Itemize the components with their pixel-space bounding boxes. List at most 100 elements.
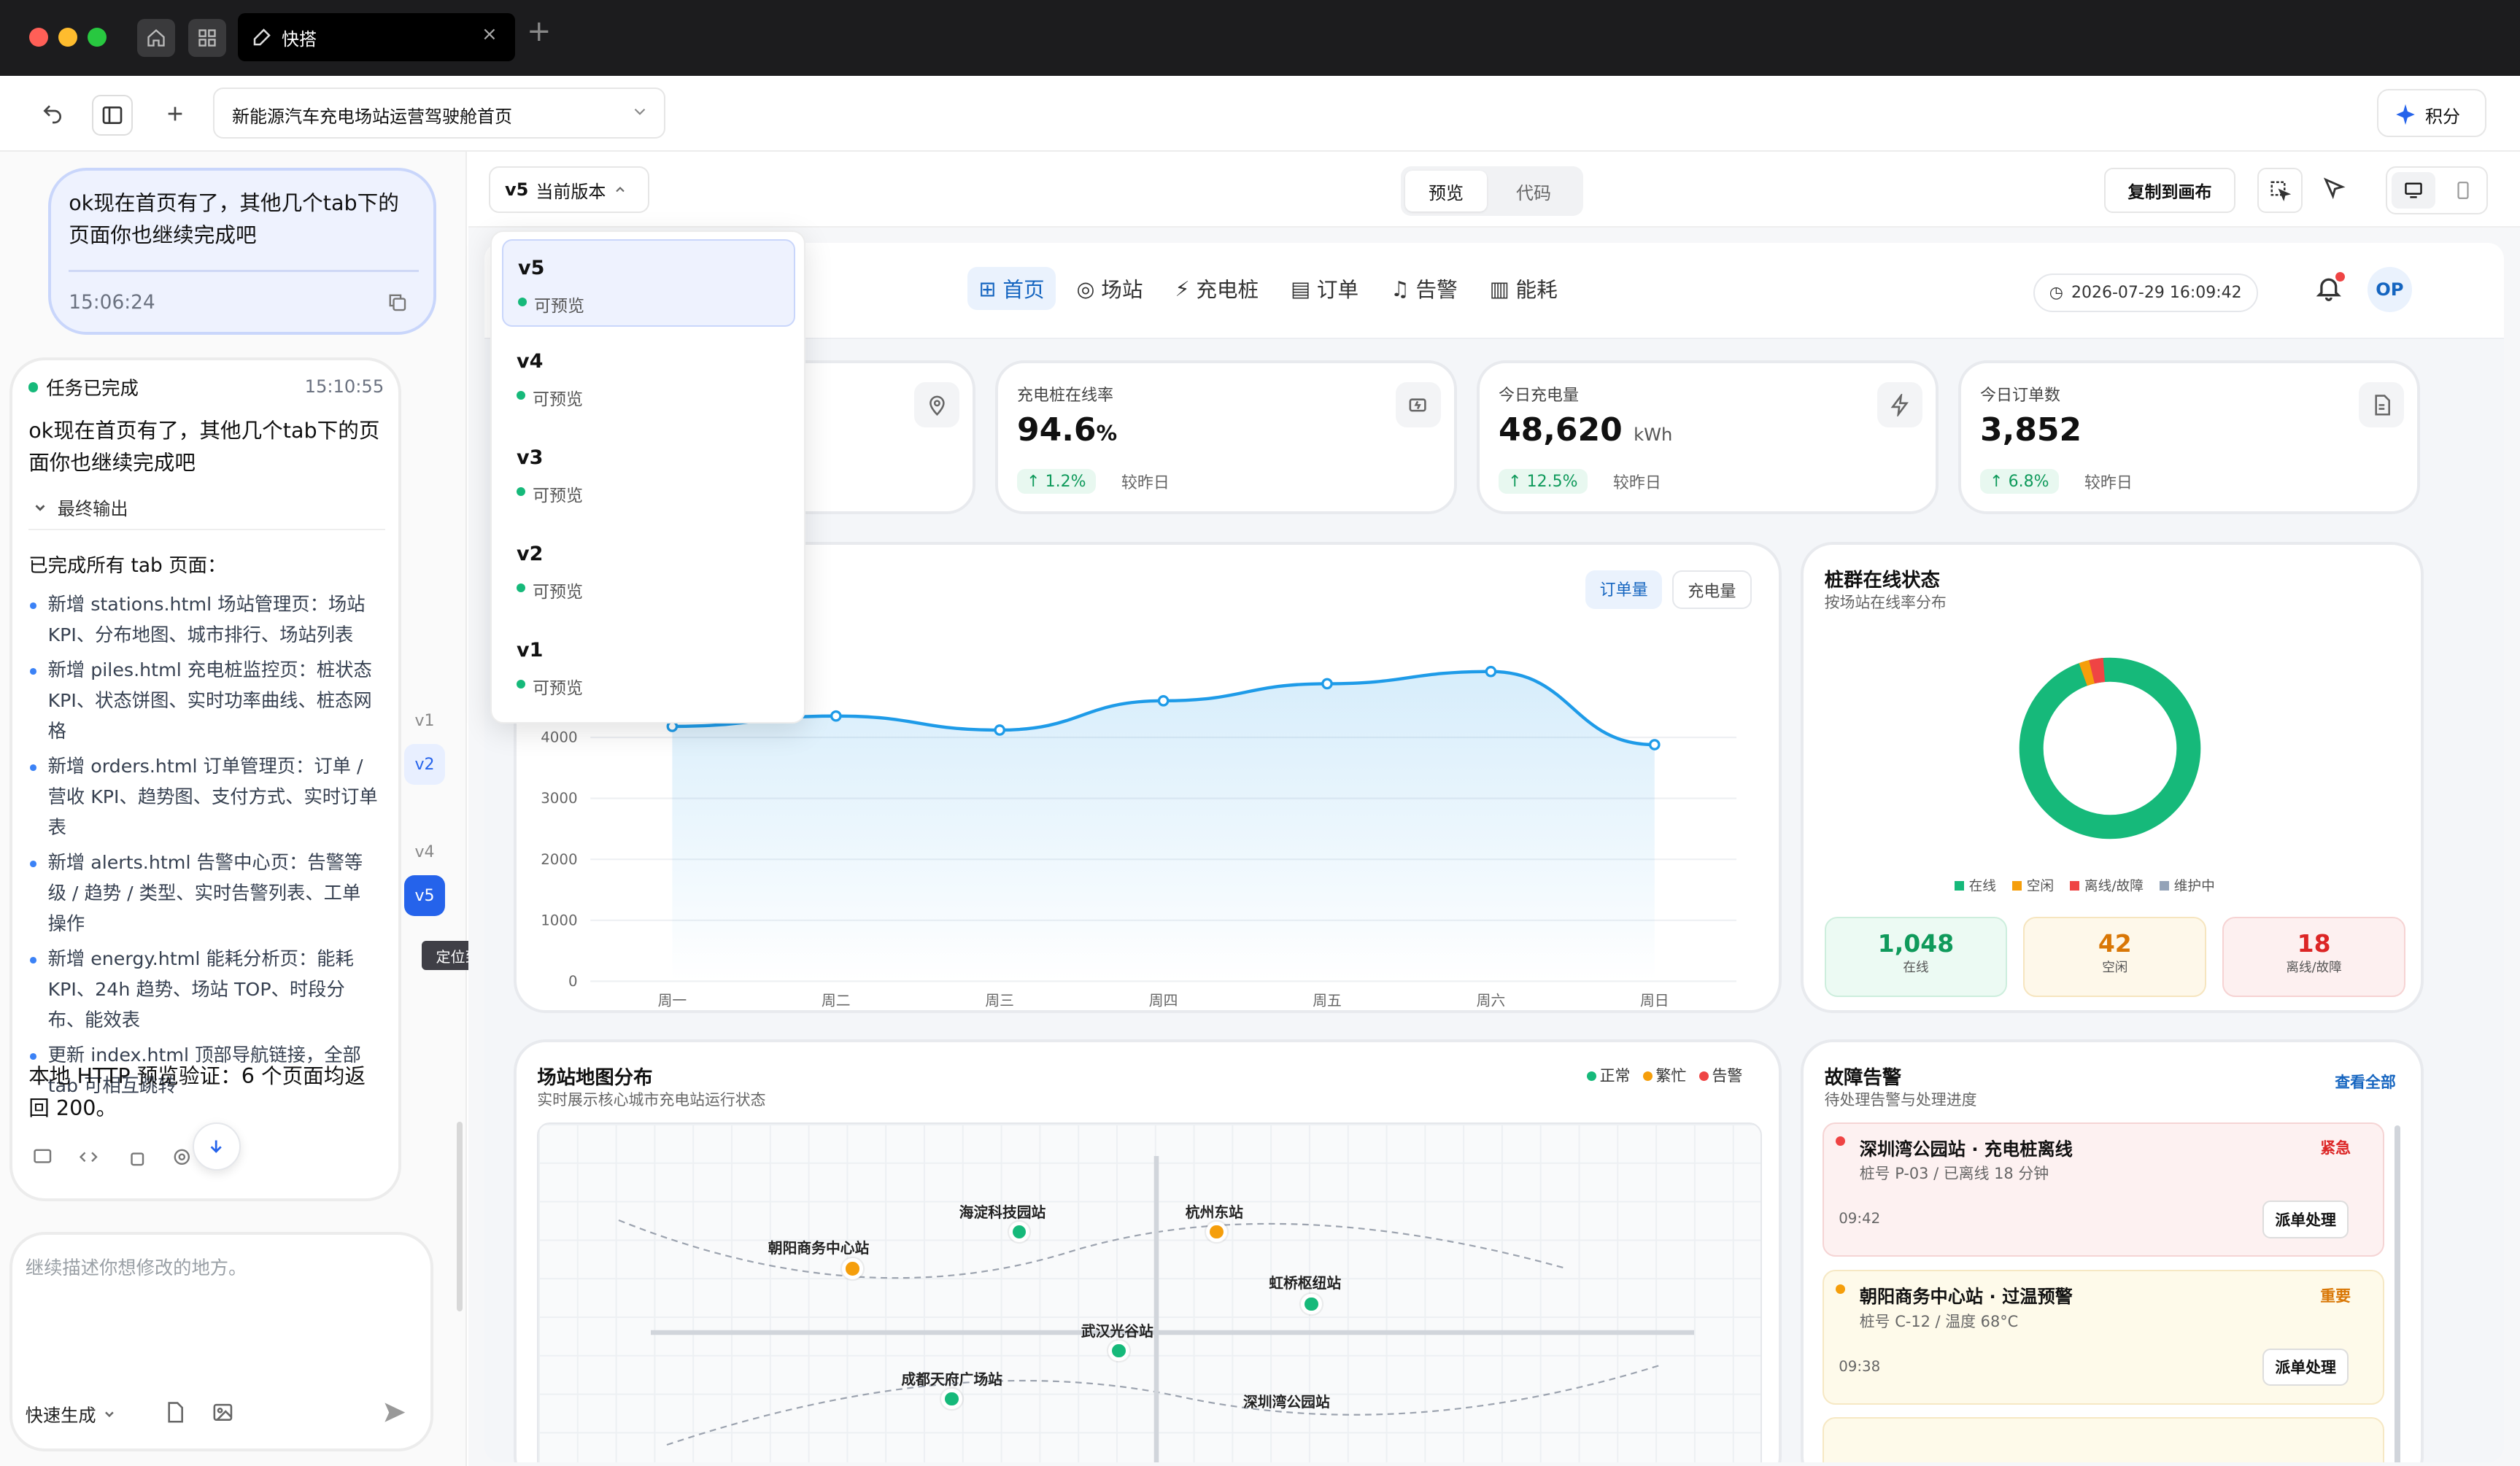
station-label: 虹桥枢纽站 [1269,1274,1342,1292]
list-item: 新增 stations.html 场站管理页：场站 KPI、分布地图、城市排行、… [28,589,379,651]
version-option-v4[interactable]: v4 可预览 [502,334,795,422]
nav-orders[interactable]: ▤ 订单 [1280,267,1370,310]
data-point[interactable] [1485,665,1496,678]
alert-title: 朝阳商务中心站 · 过温预警 [1859,1287,2073,1308]
datetime-text: 2026-07-29 16:09:42 [2071,284,2242,303]
data-point[interactable] [1648,738,1661,751]
station-marker[interactable] [1206,1221,1227,1243]
y-tick-label: 2000 [541,850,577,867]
station-marker[interactable] [841,1258,863,1279]
data-point[interactable] [1157,694,1170,707]
kpi-label: 充电桩在线率 [1016,387,1113,406]
attach-file-icon[interactable] [163,1401,186,1424]
chevron-down-icon [105,1411,115,1418]
points-label: 积分 [2425,106,2460,127]
close-tab-icon[interactable]: × [482,23,498,45]
station-marker[interactable] [941,1388,962,1410]
tab-preview[interactable]: 预览 [1405,171,1487,212]
kpi-label: 今日充电量 [1498,387,1579,406]
add-icon[interactable] [159,98,191,130]
scroll-down-button[interactable] [192,1122,241,1171]
browser-tab-active[interactable]: 快搭 × [238,13,515,61]
desktop-icon[interactable] [2392,172,2435,209]
home-icon[interactable] [137,19,175,57]
nav-home[interactable]: ⊞ 首页 [967,267,1056,310]
alert-item[interactable]: 深圳湾公园站 · 充电桩离线 紧急 桩号 P-03 / 已离线 18 分钟 09… [1823,1122,2385,1257]
version-option-v3[interactable]: v3 可预览 [502,430,795,518]
mobile-icon[interactable] [2441,172,2485,209]
version-rail-v1[interactable]: v1 [404,700,445,741]
chat-input-box[interactable]: 继续描述你想修改的地方。 快速生成 [9,1231,433,1451]
datetime-pill: ◷ 2026-07-29 16:09:42 [2033,274,2258,312]
copy-to-canvas-button[interactable]: 复制到画布 [2104,168,2235,213]
task-prompt: ok现在首页有了，其他几个tab下的页面你也继续完成吧 [28,418,380,476]
y-tick-label: 3000 [541,790,577,807]
project-selector[interactable]: 新能源汽车充电场站运营驾驶舱首页 [213,88,665,139]
station-label: 深圳湾公园站 [1242,1393,1330,1411]
version-selector[interactable]: v5 当前版本 [489,166,649,213]
apps-grid-icon[interactable] [188,19,226,57]
data-point[interactable] [830,710,842,722]
preview-icon[interactable] [32,1147,53,1168]
settings-icon[interactable] [171,1147,193,1168]
version-rail-v2[interactable]: v2 [404,744,445,785]
station-marker[interactable] [1108,1340,1129,1362]
chat-scrollbar[interactable] [457,1122,463,1311]
sidebar-toggle-icon[interactable] [92,95,133,136]
points-button[interactable]: 积分 [2377,89,2486,137]
nav-energy-label: 能耗 [1515,277,1558,303]
minimize-window-button[interactable] [58,28,77,47]
alert-item[interactable]: 朝阳商务中心站 · 过温预警 重要 桩号 C-12 / 温度 68°C 09:3… [1823,1269,2385,1405]
y-tick-label: 4000 [541,729,577,745]
stat-online: 1,048 在线 [1824,916,2008,997]
avatar[interactable]: OP [2367,267,2413,312]
version-rail-v5[interactable]: v5 [404,875,445,916]
tab-code[interactable]: 代码 [1493,171,1574,212]
dispatch-button[interactable]: 派单处理 [2262,1201,2349,1238]
nav-piles[interactable]: ⚡ 充电桩 [1164,267,1269,310]
view-all-link[interactable]: 查看全部 [2335,1071,2396,1093]
close-window-button[interactable] [29,28,48,47]
copy-icon[interactable] [125,1147,146,1168]
version-dropdown: v5 可预览 v4 可预览 v3 可预览 v2 可预览 v1 可预览 [490,230,805,724]
new-tab-icon[interactable]: + [527,15,552,48]
maximize-window-button[interactable] [88,28,107,47]
panel-title: 场站地图分布 [537,1066,653,1089]
location-icon [914,382,959,427]
version-option-v1[interactable]: v1 可预览 [502,623,795,710]
version-option-v2[interactable]: v2 可预览 [502,527,795,614]
alert-time: 09:38 [1839,1357,1881,1375]
kpi-delta: ↑ 1.2% 较昨日 [1016,469,1170,494]
alert-dot [1835,1136,1845,1147]
x-tick-label: 周四 [1148,992,1178,1009]
mode-selector[interactable]: 快速生成 [26,1401,117,1427]
code-icon[interactable] [78,1147,99,1168]
data-point[interactable] [993,724,1005,736]
select-element-icon[interactable] [2257,168,2303,213]
dispatch-button[interactable]: 派单处理 [2262,1348,2349,1387]
image-icon[interactable] [212,1401,234,1424]
version-option-v5[interactable]: v5 可预览 [502,239,795,327]
data-point[interactable] [1321,678,1333,689]
x-tick-label: 周一 [657,992,687,1009]
alert-item[interactable] [1823,1417,2385,1463]
donut-chart [2019,657,2201,839]
send-icon[interactable] [382,1400,407,1425]
station-marker[interactable] [1301,1293,1322,1315]
arrow-down-icon [211,1140,223,1154]
alert-list-scrollbar[interactable] [2394,1125,2401,1463]
notification-bell-icon[interactable] [2314,272,2345,309]
nav-alerts[interactable]: ♫ 告警 [1380,267,1469,310]
nav-stations[interactable]: ◎ 场站 [1065,267,1154,310]
copy-icon[interactable] [387,290,408,319]
undo-icon[interactable] [36,98,69,130]
version-option-status: 可预览 [533,679,583,698]
clock-icon: ◷ [2049,284,2063,303]
map-canvas[interactable]: 朝阳商务中心站 海淀科技园站 杭州东站 虹桥枢纽站 武汉光谷站 成都天府广场站 … [537,1122,1762,1463]
mode-label: 快速生成 [25,1405,96,1427]
pointer-icon[interactable] [2322,177,2346,204]
version-rail-v4[interactable]: v4 [404,831,445,872]
station-map-panel: 场站地图分布 实时展示核心城市充电站运行状态 正常 繁忙 告警 朝阳商务中心站 [513,1039,1782,1463]
final-output-toggle[interactable]: 最终输出 [32,495,128,520]
nav-energy[interactable]: ▥ 能耗 [1478,267,1569,310]
